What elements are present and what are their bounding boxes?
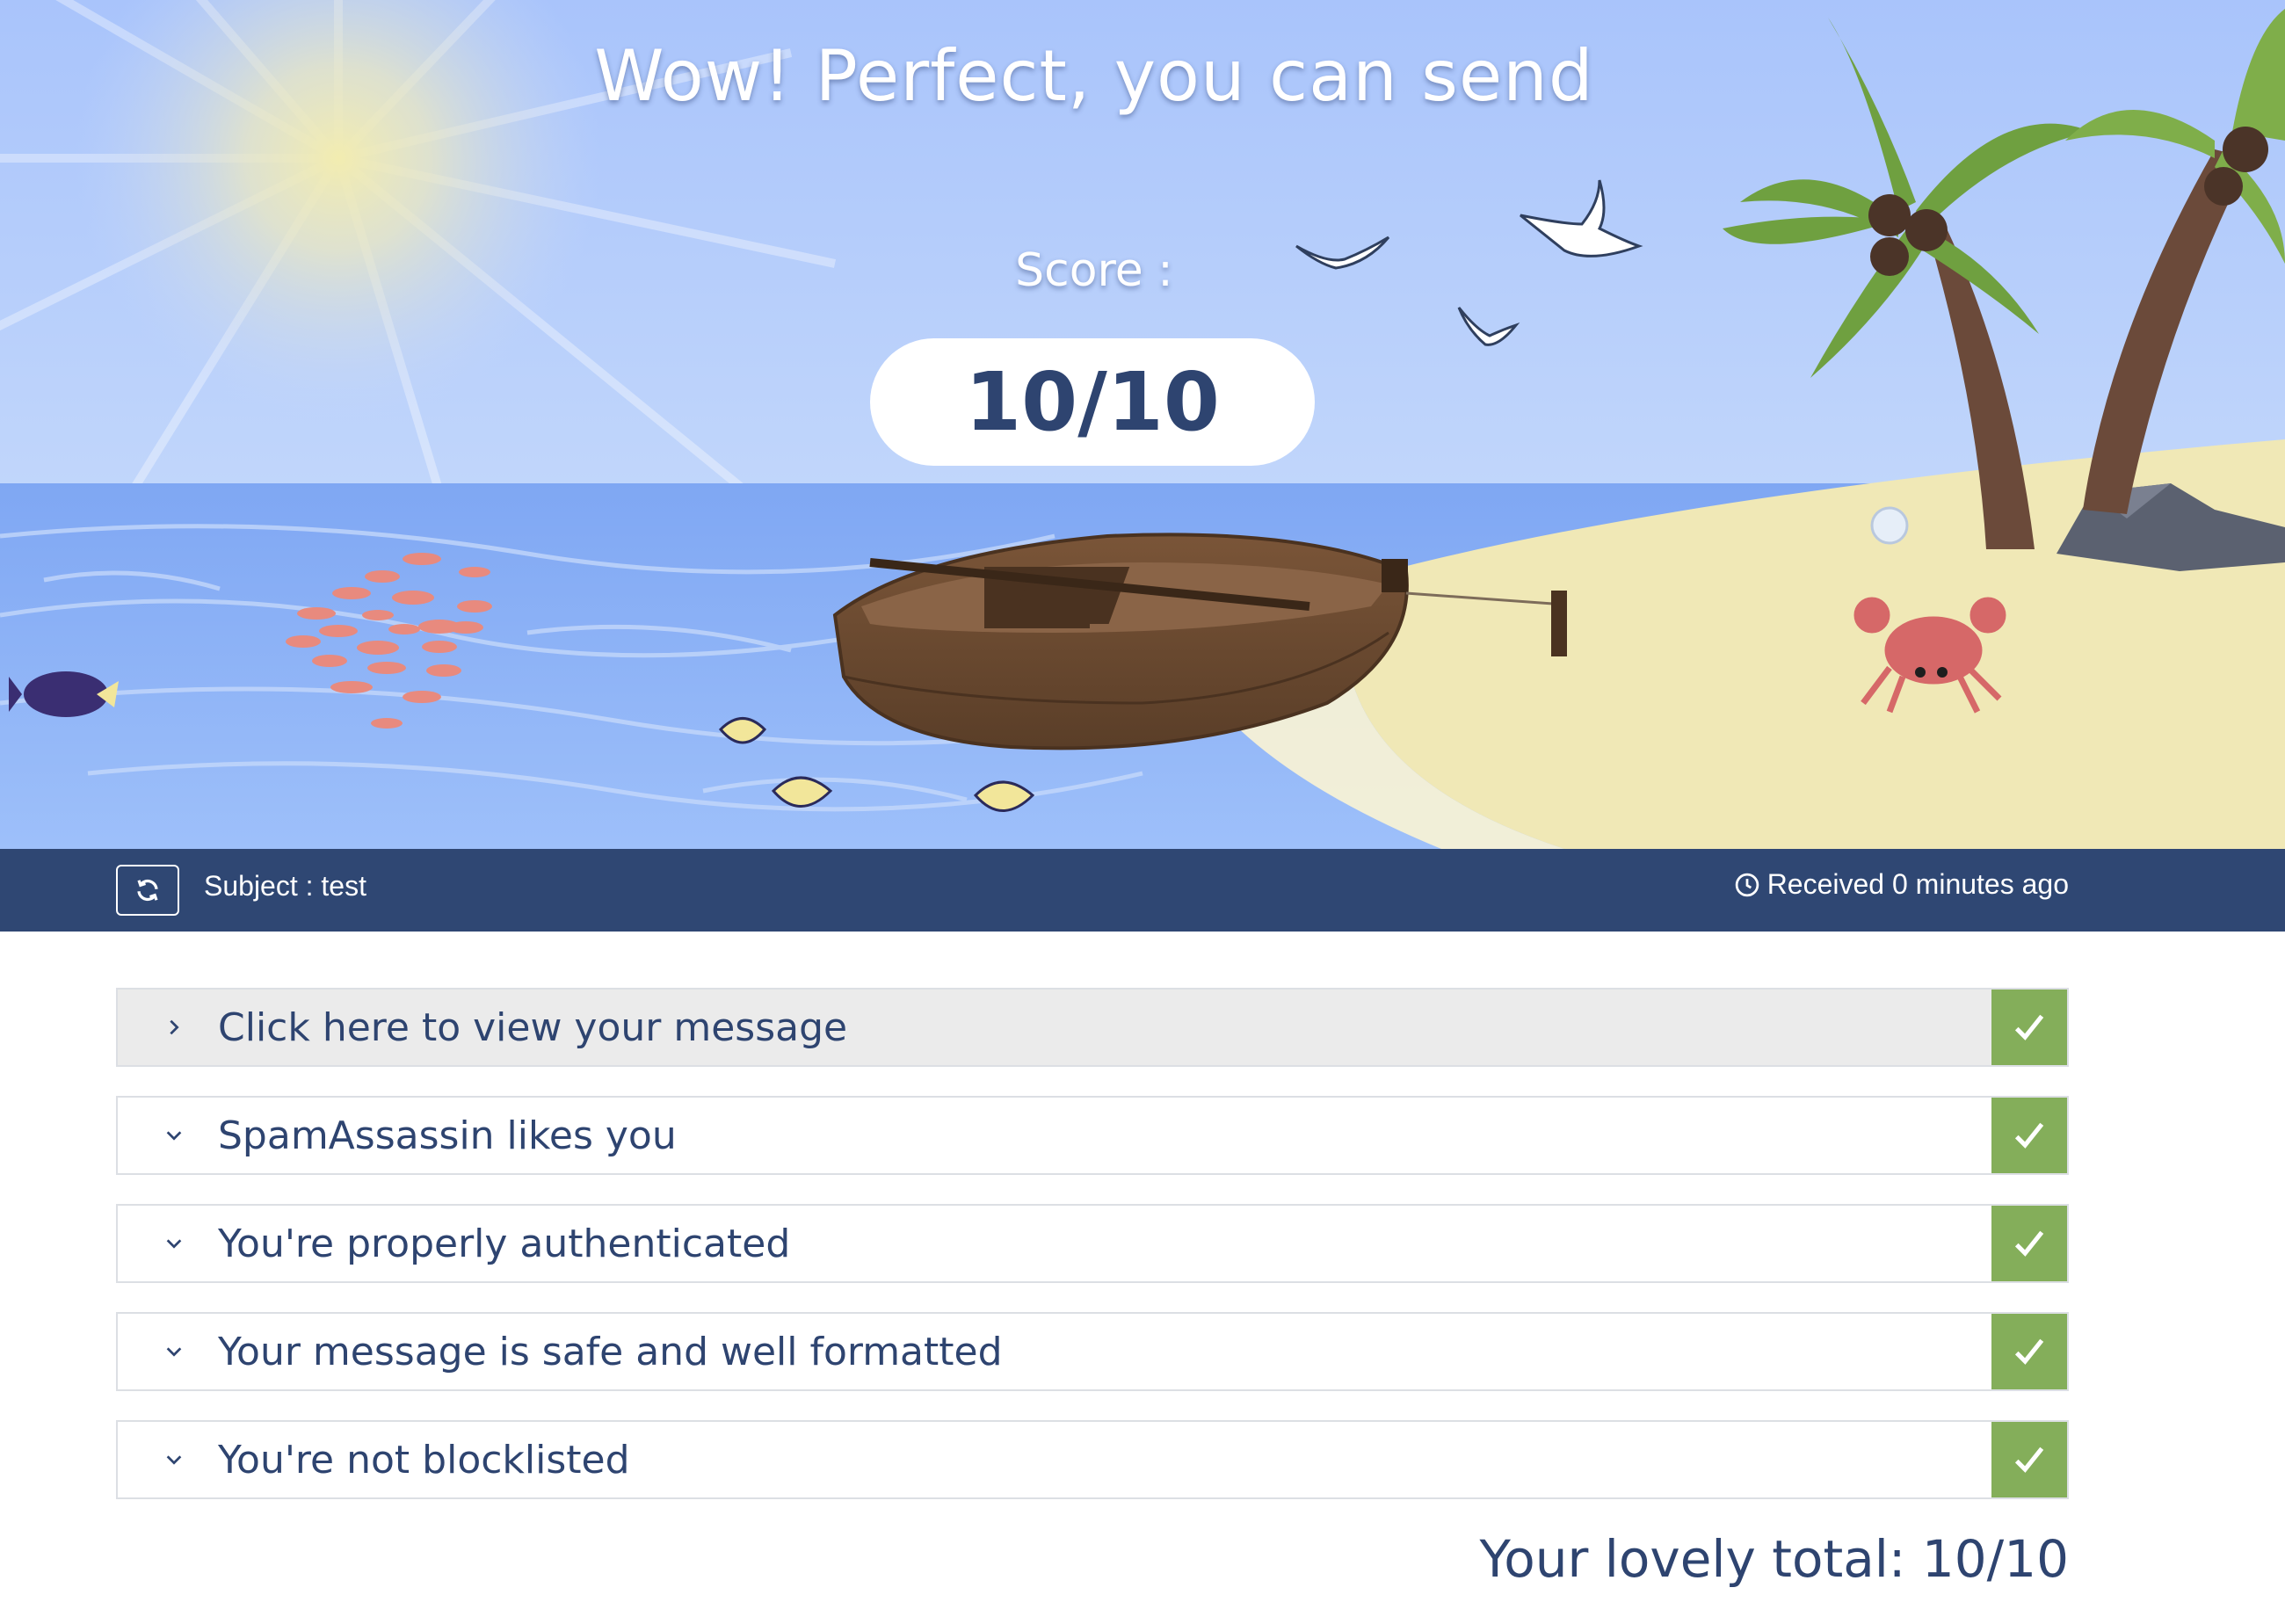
score-badge: 10/10 [870, 338, 1315, 466]
received-time: Received 0 minutes ago [1734, 868, 2069, 901]
chevron-down-icon [156, 1334, 192, 1369]
chevron-down-icon [156, 1442, 192, 1477]
hero-banner: Wow! Perfect, you can send Score : 10/10 [0, 0, 2285, 849]
section-authentication[interactable]: You're properly authenticated [116, 1204, 2069, 1283]
pass-check-icon [1991, 1098, 2067, 1173]
shell-icon [1870, 506, 1909, 545]
score-value: 10/10 [965, 355, 1220, 449]
clock-icon [1735, 873, 1759, 896]
refresh-icon [137, 879, 158, 902]
pass-check-icon [1991, 1206, 2067, 1281]
received-text: Received 0 minutes ago [1766, 868, 2069, 900]
chevron-right-icon [156, 1010, 192, 1045]
subject-bar: Subject : test Received 0 minutes ago [0, 849, 2285, 932]
pass-check-icon [1991, 1314, 2067, 1389]
section-view-message[interactable]: Click here to view your message [116, 988, 2069, 1067]
page-title: Wow! Perfect, you can send [594, 35, 1594, 117]
section-label: Your message is safe and well formatted [218, 1329, 1003, 1374]
total-score: Your lovely total: 10/10 [1479, 1529, 2069, 1589]
score-label: Score : [1015, 244, 1173, 297]
section-spamassassin[interactable]: SpamAssassin likes you [116, 1096, 2069, 1175]
section-message-format[interactable]: Your message is safe and well formatted [116, 1312, 2069, 1391]
section-label: SpamAssassin likes you [218, 1113, 677, 1158]
subject-text: Subject : test [204, 870, 366, 902]
results-accordion: Click here to view your message SpamAssa… [116, 988, 2069, 1528]
pass-check-icon [1991, 1422, 2067, 1497]
chevron-down-icon [156, 1118, 192, 1153]
section-label: You're not blocklisted [218, 1437, 630, 1483]
chevron-down-icon [156, 1226, 192, 1261]
section-label: You're properly authenticated [218, 1221, 791, 1266]
pass-check-icon [1991, 990, 2067, 1065]
refresh-button[interactable] [116, 865, 179, 916]
section-blocklist[interactable]: You're not blocklisted [116, 1420, 2069, 1499]
section-label: Click here to view your message [218, 1004, 848, 1050]
